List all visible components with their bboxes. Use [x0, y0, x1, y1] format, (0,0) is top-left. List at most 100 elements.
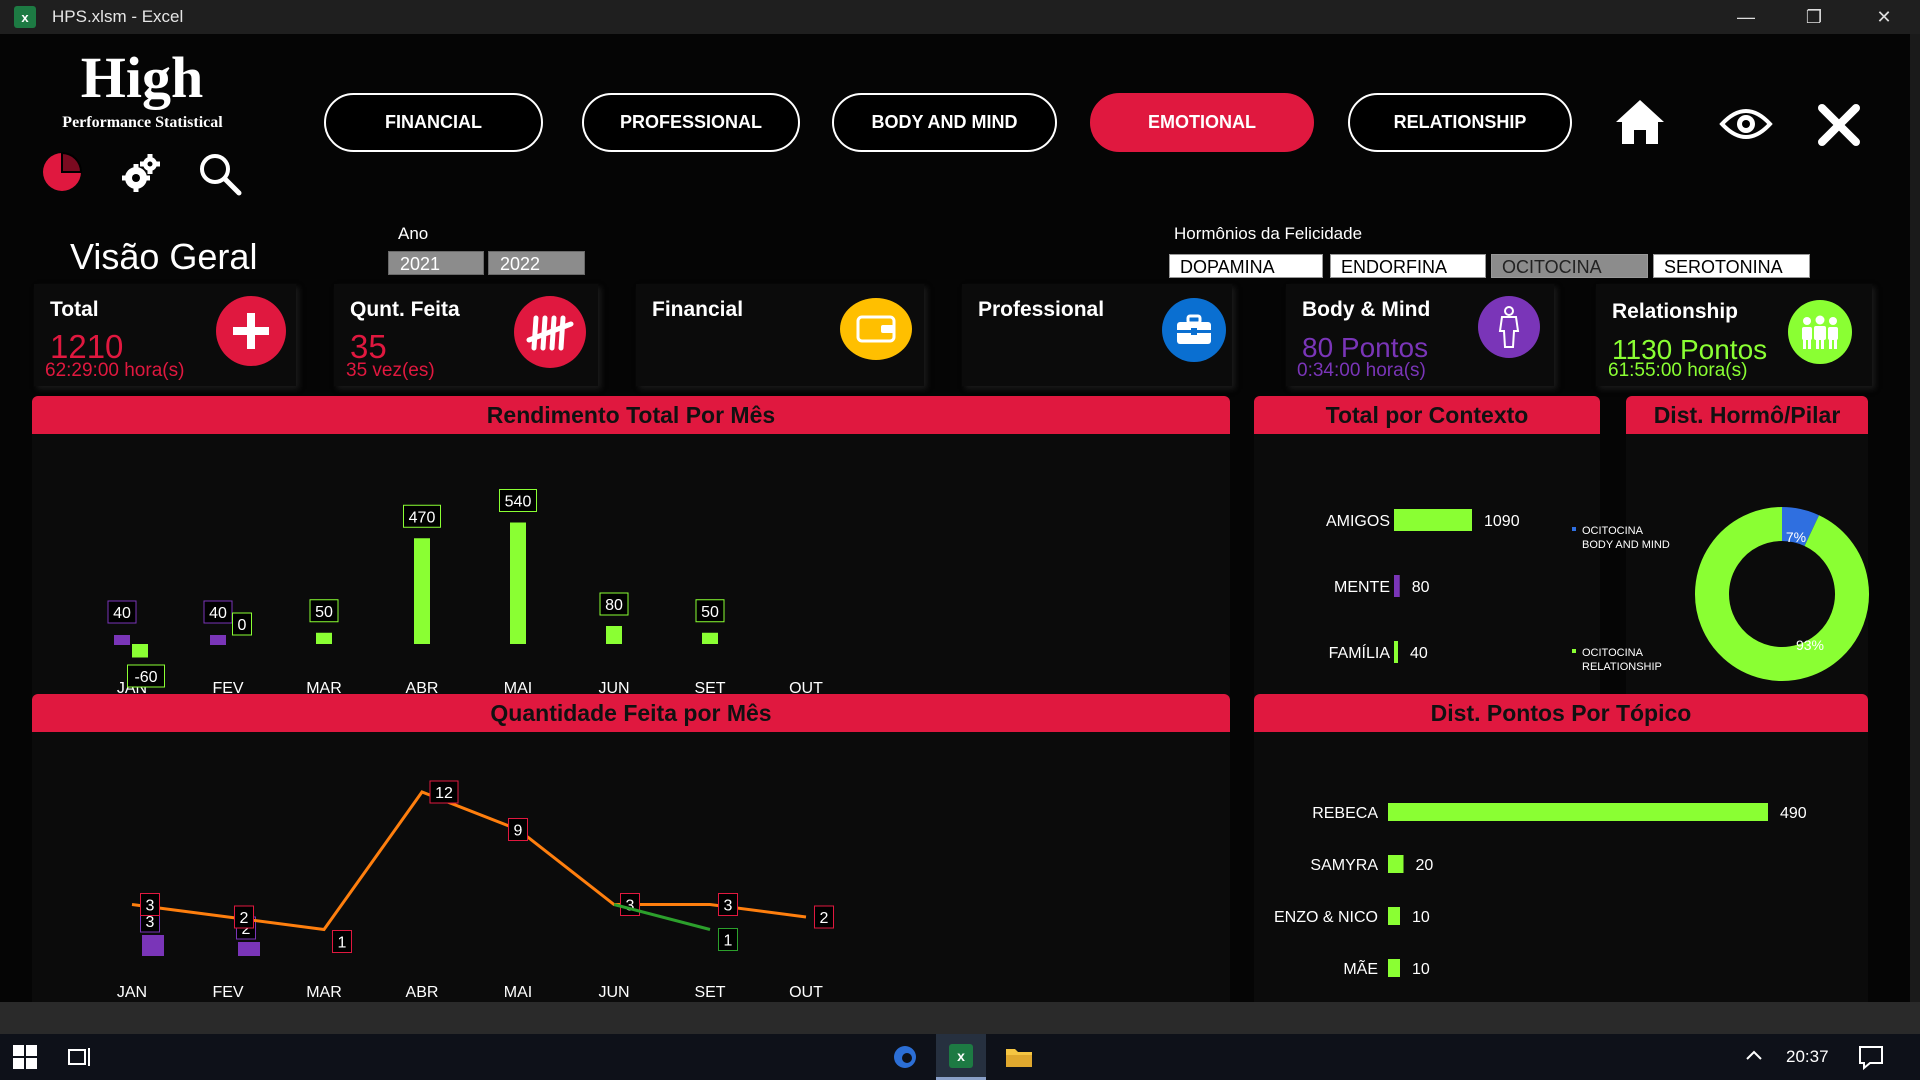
nav-relationship-label: RELATIONSHIP: [1393, 112, 1527, 132]
system-tray-chevron-icon[interactable]: [1744, 1047, 1764, 1068]
excel-taskbar-icon[interactable]: x: [936, 1034, 986, 1080]
task-view-icon[interactable]: [66, 1044, 94, 1075]
logo-subtitle: Performance Statistical: [62, 114, 223, 131]
eye-icon[interactable]: [1718, 104, 1774, 144]
notifications-icon[interactable]: [1858, 1044, 1884, 1075]
briefcase-icon: [1162, 298, 1226, 362]
close-window-button[interactable]: ✕: [1850, 0, 1918, 34]
panel-pontos-topico: Dist. Pontos Por Tópico REBECA 490 SAMYRA 2…: [1254, 694, 1868, 1012]
dashboard: High Performance Statistical FINANCIAL P…: [0, 34, 1910, 1012]
bar-jan-1: [132, 644, 148, 658]
donut-label-1: 93%: [1796, 637, 1824, 653]
topico-bar-1: [1388, 855, 1404, 873]
card-total: Total 1210 62:29:00 hora(s): [34, 284, 296, 386]
topico-label-0: REBECA: [1312, 805, 1378, 822]
nav-emotional-button[interactable]: EMOTIONAL: [1090, 93, 1314, 152]
contexto-bar-0: [1394, 509, 1472, 531]
hormone-option-ocitocina[interactable]: OCITOCINA: [1491, 254, 1648, 278]
pie-chart-icon[interactable]: [40, 150, 84, 194]
file-explorer-icon[interactable]: [1004, 1044, 1034, 1075]
year-option-2021[interactable]: 2021: [388, 251, 484, 275]
bar-jan-0: [114, 635, 130, 645]
nav-emotional-label: EMOTIONAL: [1148, 112, 1256, 132]
nav-body-and-mind-button[interactable]: BODY AND MIND: [832, 93, 1057, 152]
qty-value-mar: 1: [338, 935, 347, 952]
bar-abr-1: [414, 538, 430, 644]
contexto-bar-1: [1394, 575, 1400, 597]
restore-button[interactable]: ❐: [1780, 0, 1848, 34]
panel-quantidade: Quantidade Feita por Mês JAN FEV MAR ABR MAI…: [32, 694, 1230, 1012]
month-label-mai: MAI: [504, 984, 532, 1001]
qty-line-secondary: [613, 903, 711, 931]
plus-icon[interactable]: [216, 296, 286, 366]
month-label-out: OUT: [789, 984, 823, 1001]
window-title: HPS.xlsm - Excel: [52, 7, 184, 26]
bar-mai-1: [510, 522, 526, 644]
pontos-topico-chart: REBECA 490 SAMYRA 20 ENZO & NICO 10 MÃE 10: [1274, 803, 1807, 978]
qty-value-fev: 2: [240, 910, 249, 927]
people-group-icon: [1788, 300, 1852, 364]
topico-label-1: SAMYRA: [1310, 857, 1378, 874]
qty-value-jan: 3: [146, 898, 155, 915]
topico-bar-2: [1388, 907, 1400, 925]
nav-financial-label: FINANCIAL: [385, 112, 482, 132]
home-icon[interactable]: [1612, 96, 1668, 148]
vertical-scrollbar[interactable]: [1910, 34, 1920, 1002]
year-option-2022[interactable]: 2022: [488, 251, 585, 275]
panel-rendimento: Rendimento Total Por Mês JAN FEV MAR ABR MAI…: [32, 396, 1230, 706]
bar-value-jun-1: 80: [605, 597, 623, 614]
card-body-mind-title: Body & Mind: [1302, 298, 1431, 321]
topico-bar-3: [1388, 959, 1400, 977]
hormone-option-endorfina[interactable]: ENDORFINA: [1330, 254, 1486, 278]
exit-x-icon[interactable]: [1814, 100, 1864, 150]
panel-contexto: Total por Contexto AMIGOS 1090 MENTE 80 FAMÍ…: [1254, 396, 1600, 706]
card-professional-title: Professional: [978, 298, 1105, 321]
card-body-mind-hours: 0:34:00 hora(s): [1297, 360, 1426, 381]
search-icon[interactable]: [196, 150, 244, 198]
bar-mar-1: [316, 632, 332, 644]
donut-legend-1-0: OCITOCINA: [1582, 647, 1644, 659]
rendimento-chart: JAN FEV MAR ABR MAI JUN SET OUT40 40-60050470540…: [107, 489, 823, 697]
topico-label-2: ENZO & NICO: [1274, 909, 1378, 926]
qty-value-out: 2: [820, 910, 829, 927]
settings-gears-icon[interactable]: [118, 150, 164, 196]
donut-slice-1: [1695, 507, 1869, 681]
qty-value-abr: 12: [435, 785, 453, 802]
card-quantity-title: Qunt. Feita: [350, 298, 460, 321]
windows-start-icon[interactable]: [12, 1044, 38, 1075]
nav-professional-button[interactable]: PROFESSIONAL: [582, 93, 800, 152]
contexto-bar-2: [1394, 641, 1398, 663]
donut-legend-marker-0: [1572, 527, 1576, 531]
card-professional: Professional: [962, 284, 1232, 386]
month-label-set: SET: [694, 984, 725, 1001]
bar-set-1: [702, 632, 718, 644]
bar-fev-0: [210, 635, 226, 645]
bar-jun-1: [606, 626, 622, 644]
nav-financial-button[interactable]: FINANCIAL: [324, 93, 543, 152]
qty-bar-jan: [142, 935, 164, 956]
qty-value-mai: 9: [514, 823, 523, 840]
qty-secondary-value-set: 1: [724, 933, 733, 950]
donut-legend-1-1: RELATIONSHIP: [1582, 661, 1662, 673]
month-label-abr: ABR: [406, 984, 439, 1001]
minimize-button[interactable]: —: [1712, 0, 1780, 34]
edge-browser-icon[interactable]: [890, 1042, 920, 1077]
card-relationship: Relationship 1130 Pontos 61:55:00 hora(s…: [1596, 284, 1872, 386]
month-label-mar: MAR: [306, 984, 342, 1001]
month-label-jan: JAN: [117, 984, 147, 1001]
clock-time[interactable]: 20:37: [1786, 1047, 1829, 1067]
contexto-label-0: AMIGOS: [1326, 513, 1390, 530]
qty-bar-value-jan: 3: [146, 914, 155, 931]
contexto-value-2: 40: [1410, 645, 1428, 662]
tally-icon: [514, 296, 586, 368]
hormone-option-dopamina[interactable]: DOPAMINA: [1169, 254, 1323, 278]
hormone-option-serotonina[interactable]: SEROTONINA: [1653, 254, 1810, 278]
qty-bar-fev: [238, 942, 260, 956]
excel-app-icon: x: [14, 6, 36, 28]
minimize-icon: —: [1737, 6, 1755, 27]
nav-relationship-button[interactable]: RELATIONSHIP: [1348, 93, 1572, 152]
year-label: Ano: [398, 224, 429, 243]
month-label-jun: JUN: [598, 984, 629, 1001]
overview-title: Visão Geral: [70, 236, 258, 277]
bar-value-mai-1: 540: [505, 494, 532, 511]
